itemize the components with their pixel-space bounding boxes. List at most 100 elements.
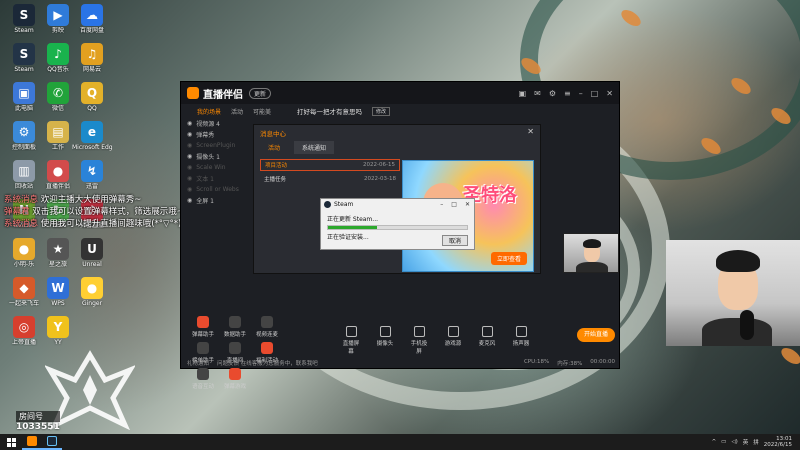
maximize-icon[interactable]: □ — [451, 201, 457, 208]
close-icon[interactable]: ✕ — [606, 89, 613, 98]
scene-source-item[interactable]: ◉ 全屏 1 — [181, 195, 256, 206]
list-item[interactable]: 主播任务 2022-03-18 — [260, 173, 400, 185]
cancel-button[interactable]: 取消 — [441, 235, 468, 246]
desktop-icon[interactable]: ♫ 网易云 — [72, 43, 112, 73]
minimize-icon[interactable]: – — [579, 89, 583, 98]
chat-text: 双击我可以设置弹幕样式，筛选展示哦~ — [32, 207, 184, 217]
app-icon: ◎ — [13, 316, 35, 338]
tool-icon — [229, 316, 241, 328]
source-icon — [345, 326, 357, 337]
visibility-icon[interactable]: ◉ — [187, 197, 192, 204]
ime-language[interactable]: 英 — [743, 438, 749, 446]
start-live-button[interactable]: 开始直播 — [577, 328, 615, 342]
tool-button[interactable]: 视频连麦 — [253, 316, 281, 338]
tab-activities[interactable]: 活动 — [231, 107, 243, 116]
source-label: 游戏源 — [444, 341, 462, 347]
settings-icon[interactable]: ⚙ — [549, 89, 556, 98]
tool-button[interactable]: 弹幕游戏 — [221, 368, 249, 390]
live-timer: 00:00:00 — [590, 359, 615, 365]
desktop-icon[interactable]: Y YY — [38, 316, 78, 346]
ime-mode[interactable]: 拼 — [753, 438, 759, 446]
system-clock[interactable]: 13:01 2022/6/15 — [764, 436, 792, 449]
tray-expand-icon[interactable]: ^ — [712, 439, 717, 445]
message-center-title: 消息中心 — [260, 130, 286, 138]
source-button[interactable]: 摄像头 — [375, 326, 395, 355]
desktop-icon[interactable]: Q QQ — [72, 82, 112, 112]
scene-source-item[interactable]: ◉ 视频源 4 — [181, 118, 256, 129]
visibility-icon[interactable]: ◉ — [187, 131, 192, 138]
taskbar-app-steam[interactable] — [42, 434, 62, 450]
visibility-icon[interactable]: ◉ — [187, 186, 192, 193]
menu-icon[interactable]: ≡ — [564, 89, 571, 98]
source-button[interactable]: 手机投屏 — [409, 326, 429, 355]
update-badge[interactable]: 更新 — [249, 87, 272, 99]
scene-source-item[interactable]: ◉ 文本 1 — [181, 173, 256, 184]
source-button[interactable]: 扬声器 — [511, 326, 531, 355]
scene-source-name: 文本 1 — [196, 176, 214, 183]
minimize-icon[interactable]: – — [440, 201, 443, 208]
gift-notice[interactable]: 礼物通知 — [187, 359, 209, 367]
chat-text: 欢迎主播大大使用弹幕秀~ — [40, 195, 142, 205]
close-icon[interactable]: ✕ — [465, 201, 470, 208]
desktop-icon[interactable]: ☁ 百度网盘 — [72, 4, 112, 34]
visibility-icon[interactable]: ◉ — [187, 153, 192, 160]
source-label: 直播屏幕 — [342, 341, 360, 355]
window-controls: – □ ✕ — [440, 201, 474, 208]
maximize-icon[interactable]: □ — [591, 89, 599, 98]
app-icon: ♪ — [47, 43, 69, 65]
close-icon[interactable]: ✕ — [527, 127, 534, 136]
tab-system-notice[interactable]: 系统通知 — [294, 141, 335, 154]
tab-activity[interactable]: 活动 — [260, 141, 288, 154]
visibility-icon[interactable]: ◉ — [187, 120, 192, 127]
tool-label: 弹幕助手 — [191, 332, 214, 338]
room-id-label: 房间号 — [16, 411, 60, 422]
tool-label: 语音互动 — [191, 384, 214, 390]
desktop-icon-label: 迅雷 — [85, 183, 98, 190]
app-icon: ⚙ — [13, 121, 35, 143]
danmaku-chat-overlay: 系统消息 欢迎主播大大使用弹幕秀~ 弹幕君 双击我可以设置弹幕样式，筛选展示哦~ 系… — [4, 194, 194, 230]
visibility-icon[interactable]: ◉ — [187, 142, 192, 149]
tool-button[interactable]: 语音互动 — [189, 368, 217, 390]
scene-source-item[interactable]: ◉ Scale Win — [181, 162, 256, 173]
tool-icon — [197, 316, 209, 328]
scene-source-item[interactable]: ◉ ScreenPlugin — [181, 140, 256, 151]
desktop-icon[interactable]: e Microsoft Edge — [72, 121, 112, 151]
window-controls: ▣ ✉ ⚙ ≡ – □ ✕ — [519, 89, 613, 98]
desktop-icon[interactable]: ● Ginger — [72, 277, 112, 307]
message-tabs: 活动 系统通知 — [260, 141, 335, 154]
volume-icon[interactable]: ◁) — [731, 439, 737, 445]
source-button[interactable]: 游戏源 — [443, 326, 463, 355]
visibility-icon[interactable]: ◉ — [187, 164, 192, 171]
app-icon: ▣ — [13, 82, 35, 104]
tab-beauty[interactable]: 可能美 — [253, 107, 271, 116]
message-icon[interactable]: ✉ — [534, 89, 541, 98]
tab-scenes[interactable]: 我的场景 — [197, 107, 221, 116]
taskbar-app-live-companion[interactable] — [22, 434, 42, 450]
scene-source-item[interactable]: ◉ 弹幕秀 — [181, 129, 256, 140]
scene-source-item[interactable]: ◉ Scroll or Webs — [181, 184, 256, 195]
banner-view-button[interactable]: 立即查看 — [490, 252, 527, 265]
desktop-icon[interactable]: U Unreal — [72, 238, 112, 268]
desktop-icon[interactable]: ↯ 迅雷 — [72, 160, 112, 190]
start-button[interactable] — [0, 434, 22, 450]
microphone — [740, 310, 754, 340]
windows-logo-icon — [6, 437, 16, 447]
source-icon — [481, 326, 493, 337]
tool-button[interactable]: 弹幕助手 — [189, 316, 217, 338]
clock-date: 2022/6/15 — [763, 442, 792, 448]
scene-source-name: 摄像头 1 — [196, 154, 220, 161]
visibility-icon[interactable]: ◉ — [187, 175, 192, 182]
app-icon: ● — [13, 238, 35, 260]
app-logo-icon — [187, 87, 199, 99]
scene-source-item[interactable]: ◉ 摄像头 1 — [181, 151, 256, 162]
source-button[interactable]: 直播屏幕 — [341, 326, 361, 355]
app-icon: ✆ — [47, 82, 69, 104]
source-button[interactable]: 麦克风 — [477, 326, 497, 355]
tool-button[interactable]: 数据助手 — [221, 316, 249, 338]
announcement-edit-button[interactable]: 修改 — [372, 106, 391, 116]
scene-source-name: 视频源 4 — [196, 121, 220, 128]
app-icon: U — [81, 238, 103, 260]
network-icon[interactable]: ▭ — [721, 439, 726, 445]
list-item[interactable]: 项目活动 2022-06-15 — [260, 159, 400, 171]
gift-icon[interactable]: ▣ — [519, 89, 527, 98]
